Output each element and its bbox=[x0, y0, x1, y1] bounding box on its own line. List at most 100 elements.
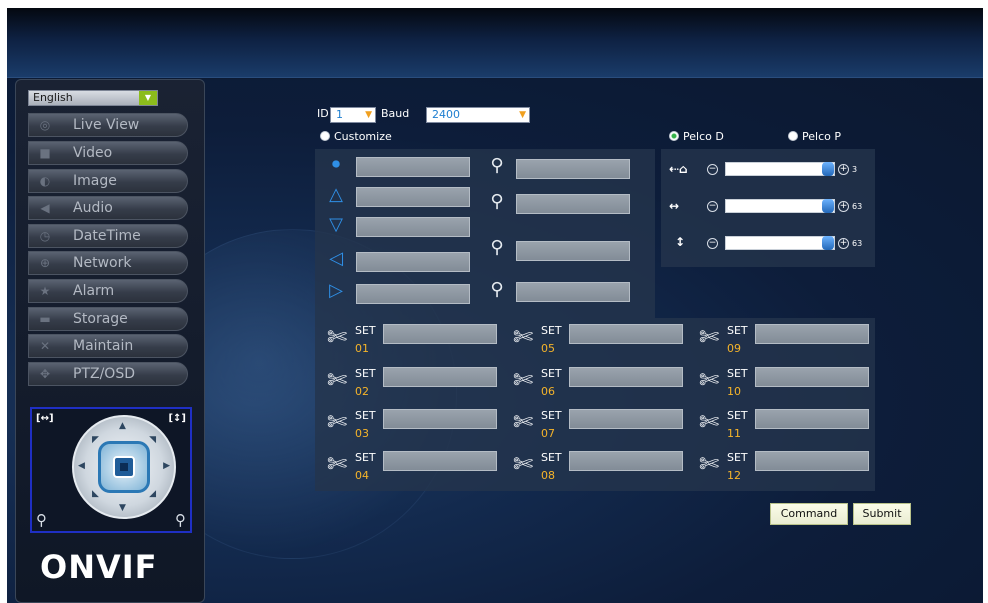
left-triangle-icon[interactable]: ◁ bbox=[325, 249, 347, 271]
sidebar-item-video[interactable]: ■ Video bbox=[28, 141, 188, 165]
id-select[interactable]: 1 ▼ bbox=[330, 107, 376, 123]
preset-field[interactable] bbox=[569, 409, 683, 429]
down-triangle-icon[interactable]: ▽ bbox=[325, 215, 347, 237]
arrow-down-left-icon[interactable]: ◣ bbox=[92, 489, 99, 499]
set-label: SET bbox=[355, 409, 376, 422]
preset-item[interactable]: ✄ SET 11 bbox=[693, 407, 873, 447]
focus-command-field[interactable] bbox=[516, 241, 630, 261]
preset-item[interactable]: ✄ SET 03 bbox=[321, 407, 501, 447]
slider-track[interactable] bbox=[725, 162, 835, 176]
zoom-in-command-field[interactable] bbox=[516, 159, 630, 179]
right-command-field[interactable] bbox=[356, 284, 470, 304]
slider-track[interactable] bbox=[725, 199, 835, 213]
pan-speed-slider: ↔ − + 63 bbox=[661, 198, 875, 218]
right-triangle-icon[interactable]: ▷ bbox=[325, 281, 347, 303]
sidebar-item-image[interactable]: ◐ Image bbox=[28, 169, 188, 193]
preset-item[interactable]: ✄ SET 12 bbox=[693, 449, 873, 489]
speaker-icon: ◀ bbox=[40, 201, 50, 215]
preset-field[interactable] bbox=[383, 409, 497, 429]
zoom-in-icon[interactable]: ⚲ bbox=[175, 511, 186, 529]
sidebar-item-alarm[interactable]: ★ Alarm bbox=[28, 279, 188, 303]
pelco-d-radio[interactable] bbox=[669, 131, 679, 141]
minus-icon[interactable]: − bbox=[707, 164, 718, 175]
preset-field[interactable] bbox=[755, 451, 869, 471]
sidebar-item-network[interactable]: ⊕ Network bbox=[28, 251, 188, 275]
zoom-out-command-field[interactable] bbox=[516, 194, 630, 214]
main-area: English ▼ ◎ Live View ■ Video ◐ Image ◀ … bbox=[7, 79, 983, 603]
arrow-down-right-icon[interactable]: ◢ bbox=[149, 489, 156, 499]
arrow-up-left-icon[interactable]: ◤ bbox=[92, 435, 99, 445]
preset-field[interactable] bbox=[755, 409, 869, 429]
chevron-down-icon: ▼ bbox=[365, 110, 372, 120]
arrow-down-icon[interactable]: ▼ bbox=[119, 503, 126, 513]
stop-command-field[interactable] bbox=[356, 157, 470, 177]
slider-thumb[interactable] bbox=[822, 199, 834, 213]
language-select[interactable]: English ▼ bbox=[28, 90, 158, 106]
up-command-field[interactable] bbox=[356, 187, 470, 207]
preset-item[interactable]: ✄ SET 04 bbox=[321, 449, 501, 489]
slider-thumb[interactable] bbox=[822, 162, 834, 176]
pan-expand-icon[interactable]: [↔] bbox=[36, 413, 54, 424]
preset-item[interactable]: ✄ SET 05 bbox=[507, 322, 687, 362]
slider-track[interactable] bbox=[725, 236, 835, 250]
customize-radio[interactable] bbox=[320, 131, 330, 141]
preset-item[interactable]: ✄ SET 10 bbox=[693, 365, 873, 405]
tools-icon: ✄ bbox=[512, 408, 534, 436]
slider-thumb[interactable] bbox=[822, 236, 834, 250]
preset-item[interactable]: ✄ SET 08 bbox=[507, 449, 687, 489]
arrow-up-right-icon[interactable]: ◥ bbox=[149, 435, 156, 445]
arrow-up-icon[interactable]: ▲ bbox=[119, 421, 126, 431]
tools-icon: ✄ bbox=[326, 450, 348, 478]
tilt-expand-icon[interactable]: [↕] bbox=[168, 413, 186, 424]
iris-icon[interactable]: ⚲ bbox=[485, 279, 509, 303]
sidebar-item-label: PTZ/OSD bbox=[73, 366, 135, 382]
up-triangle-icon[interactable]: △ bbox=[325, 185, 347, 207]
sidebar-item-datetime[interactable]: ◷ DateTime bbox=[28, 224, 188, 248]
plus-icon[interactable]: + bbox=[838, 201, 849, 212]
image-icon: ◐ bbox=[39, 174, 51, 188]
iris-command-field[interactable] bbox=[516, 282, 630, 302]
preset-item[interactable]: ✄ SET 06 bbox=[507, 365, 687, 405]
down-command-field[interactable] bbox=[356, 217, 470, 237]
plus-icon[interactable]: + bbox=[838, 238, 849, 249]
sidebar-item-label: Video bbox=[73, 145, 113, 161]
arrow-right-icon[interactable]: ▶ bbox=[163, 461, 170, 471]
arrow-left-icon[interactable]: ◀ bbox=[78, 461, 85, 471]
preset-item[interactable]: ✄ SET 01 bbox=[321, 322, 501, 362]
zoom-out-icon[interactable]: ⚲ bbox=[485, 191, 509, 215]
preset-field[interactable] bbox=[755, 324, 869, 344]
zoom-in-icon[interactable]: ⚲ bbox=[485, 155, 509, 179]
sidebar-item-label: Network bbox=[73, 255, 132, 271]
preset-item[interactable]: ✄ SET 07 bbox=[507, 407, 687, 447]
preset-field[interactable] bbox=[755, 367, 869, 387]
preset-field[interactable] bbox=[569, 367, 683, 387]
sidebar-item-maintain[interactable]: ✕ Maintain bbox=[28, 334, 188, 358]
focus-icon[interactable]: ⚲ bbox=[485, 237, 509, 261]
preset-field[interactable] bbox=[569, 324, 683, 344]
stop-circle-icon[interactable]: ⏺ bbox=[325, 154, 347, 176]
minus-icon[interactable]: − bbox=[707, 238, 718, 249]
tools-icon: ✄ bbox=[512, 366, 534, 394]
stop-icon[interactable] bbox=[113, 456, 135, 478]
sidebar-item-audio[interactable]: ◀ Audio bbox=[28, 196, 188, 220]
tools-icon: ✄ bbox=[512, 450, 534, 478]
command-button[interactable]: Command bbox=[770, 503, 848, 525]
preset-field[interactable] bbox=[383, 451, 497, 471]
preset-item[interactable]: ✄ SET 09 bbox=[693, 322, 873, 362]
ptz-direction-ring[interactable]: ▲ ▼ ◀ ▶ ◤ ◥ ◣ ◢ bbox=[72, 415, 176, 519]
plus-icon[interactable]: + bbox=[838, 164, 849, 175]
baud-select[interactable]: 2400 ▼ bbox=[426, 107, 530, 123]
preset-field[interactable] bbox=[383, 324, 497, 344]
submit-button[interactable]: Submit bbox=[853, 503, 911, 525]
sidebar-item-live-view[interactable]: ◎ Live View bbox=[28, 113, 188, 137]
baud-value: 2400 bbox=[432, 108, 460, 121]
preset-field[interactable] bbox=[569, 451, 683, 471]
preset-item[interactable]: ✄ SET 02 bbox=[321, 365, 501, 405]
zoom-out-icon[interactable]: ⚲ bbox=[36, 511, 47, 529]
preset-field[interactable] bbox=[383, 367, 497, 387]
sidebar-item-ptz-osd[interactable]: ✥ PTZ/OSD bbox=[28, 362, 188, 386]
pelco-p-radio[interactable] bbox=[788, 131, 798, 141]
minus-icon[interactable]: − bbox=[707, 201, 718, 212]
sidebar-item-storage[interactable]: ▬ Storage bbox=[28, 307, 188, 331]
left-command-field[interactable] bbox=[356, 252, 470, 272]
